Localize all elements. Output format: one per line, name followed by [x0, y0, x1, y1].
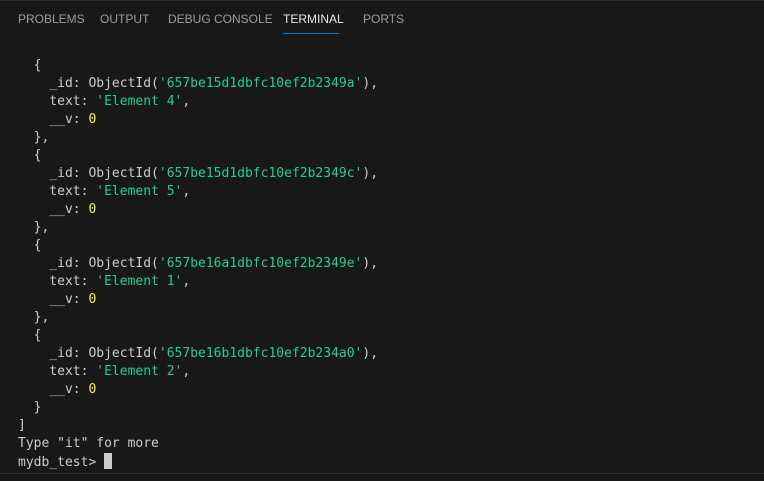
id-key: _id: ObjectId( [18, 166, 159, 181]
bracket-close: ] [18, 418, 26, 433]
version-value: 0 [88, 202, 97, 217]
doc-text-line: text: 'Element 2', [18, 363, 764, 381]
brace-open: { [18, 238, 42, 253]
brace-open: { [18, 58, 42, 73]
comma: , [182, 364, 191, 379]
object-id-value: '657be16a1dbfc10ef2b2349e' [158, 256, 363, 271]
version-value: 0 [88, 292, 97, 307]
more-hint: Type "it" for more [18, 436, 159, 451]
comma: , [182, 274, 191, 289]
tab-terminal[interactable]: TERMINAL [283, 1, 344, 34]
doc-text-line: text: 'Element 1', [18, 273, 764, 291]
doc-close-brace: }, [18, 219, 764, 237]
text-key: text: [18, 184, 97, 199]
brace-open: { [18, 148, 42, 163]
object-id-value: '657be16b1dbfc10ef2b234a0' [158, 346, 363, 361]
comma: , [182, 94, 191, 109]
doc-open-brace: { [18, 57, 764, 75]
shell-prompt: mydb_test> [18, 455, 97, 470]
id-close: ), [362, 346, 379, 361]
brace-close: }, [18, 220, 50, 235]
text-value: 'Element 5' [96, 184, 183, 199]
version-key: __v: [18, 292, 89, 307]
doc-close-brace: }, [18, 129, 764, 147]
tab-terminal-label: TERMINAL [283, 12, 344, 26]
bottom-panel: PROBLEMS OUTPUT DEBUG CONSOLE TERMINAL P… [0, 0, 764, 481]
doc-close-brace: }, [18, 309, 764, 327]
doc-id-line: _id: ObjectId('657be16b1dbfc10ef2b234a0'… [18, 345, 764, 363]
doc-id-line: _id: ObjectId('657be16a1dbfc10ef2b2349e'… [18, 255, 764, 273]
version-value: 0 [88, 112, 97, 127]
doc-text-line: text: 'Element 5', [18, 183, 764, 201]
more-hint-line: Type "it" for more [18, 435, 764, 453]
text-value: 'Element 4' [96, 94, 183, 109]
id-close: ), [362, 76, 379, 91]
doc-close-brace: } [18, 399, 764, 417]
version-key: __v: [18, 202, 89, 217]
doc-open-brace: { [18, 147, 764, 165]
tab-problems[interactable]: PROBLEMS [18, 1, 85, 34]
tab-output[interactable]: OUTPUT [100, 1, 149, 34]
text-value: 'Element 1' [96, 274, 183, 289]
version-key: __v: [18, 112, 89, 127]
doc-open-brace: { [18, 327, 764, 345]
object-id-value: '657be15d1dbfc10ef2b2349c' [158, 166, 363, 181]
doc-open-brace: { [18, 237, 764, 255]
terminal-output[interactable]: { _id: ObjectId('657be15d1dbfc10ef2b2349… [18, 57, 764, 471]
active-tab-indicator [283, 33, 339, 34]
tab-debug-console[interactable]: DEBUG CONSOLE [168, 1, 273, 34]
comma: , [182, 184, 191, 199]
terminal-cursor[interactable] [104, 453, 113, 469]
doc-version-line: __v: 0 [18, 291, 764, 309]
doc-id-line: _id: ObjectId('657be15d1dbfc10ef2b2349c'… [18, 165, 764, 183]
id-key: _id: ObjectId( [18, 346, 159, 361]
text-key: text: [18, 274, 97, 289]
array-close-bracket: ] [18, 417, 764, 435]
id-close: ), [362, 256, 379, 271]
doc-version-line: __v: 0 [18, 111, 764, 129]
text-key: text: [18, 364, 97, 379]
brace-close: } [18, 400, 42, 415]
id-close: ), [362, 166, 379, 181]
brace-open: { [18, 328, 42, 343]
doc-version-line: __v: 0 [18, 381, 764, 399]
id-key: _id: ObjectId( [18, 256, 159, 271]
doc-id-line: _id: ObjectId('657be15d1dbfc10ef2b2349a'… [18, 75, 764, 93]
doc-text-line: text: 'Element 4', [18, 93, 764, 111]
panel-bottom-edge [0, 473, 764, 481]
version-key: __v: [18, 382, 89, 397]
tab-ports[interactable]: PORTS [363, 1, 404, 34]
brace-close: }, [18, 310, 50, 325]
doc-version-line: __v: 0 [18, 201, 764, 219]
text-key: text: [18, 94, 97, 109]
prompt-line: mydb_test> [18, 453, 764, 471]
object-id-value: '657be15d1dbfc10ef2b2349a' [158, 76, 363, 91]
text-value: 'Element 2' [96, 364, 183, 379]
id-key: _id: ObjectId( [18, 76, 159, 91]
version-value: 0 [88, 382, 97, 397]
panel-tab-bar: PROBLEMS OUTPUT DEBUG CONSOLE TERMINAL P… [0, 1, 764, 36]
brace-close: }, [18, 130, 50, 145]
